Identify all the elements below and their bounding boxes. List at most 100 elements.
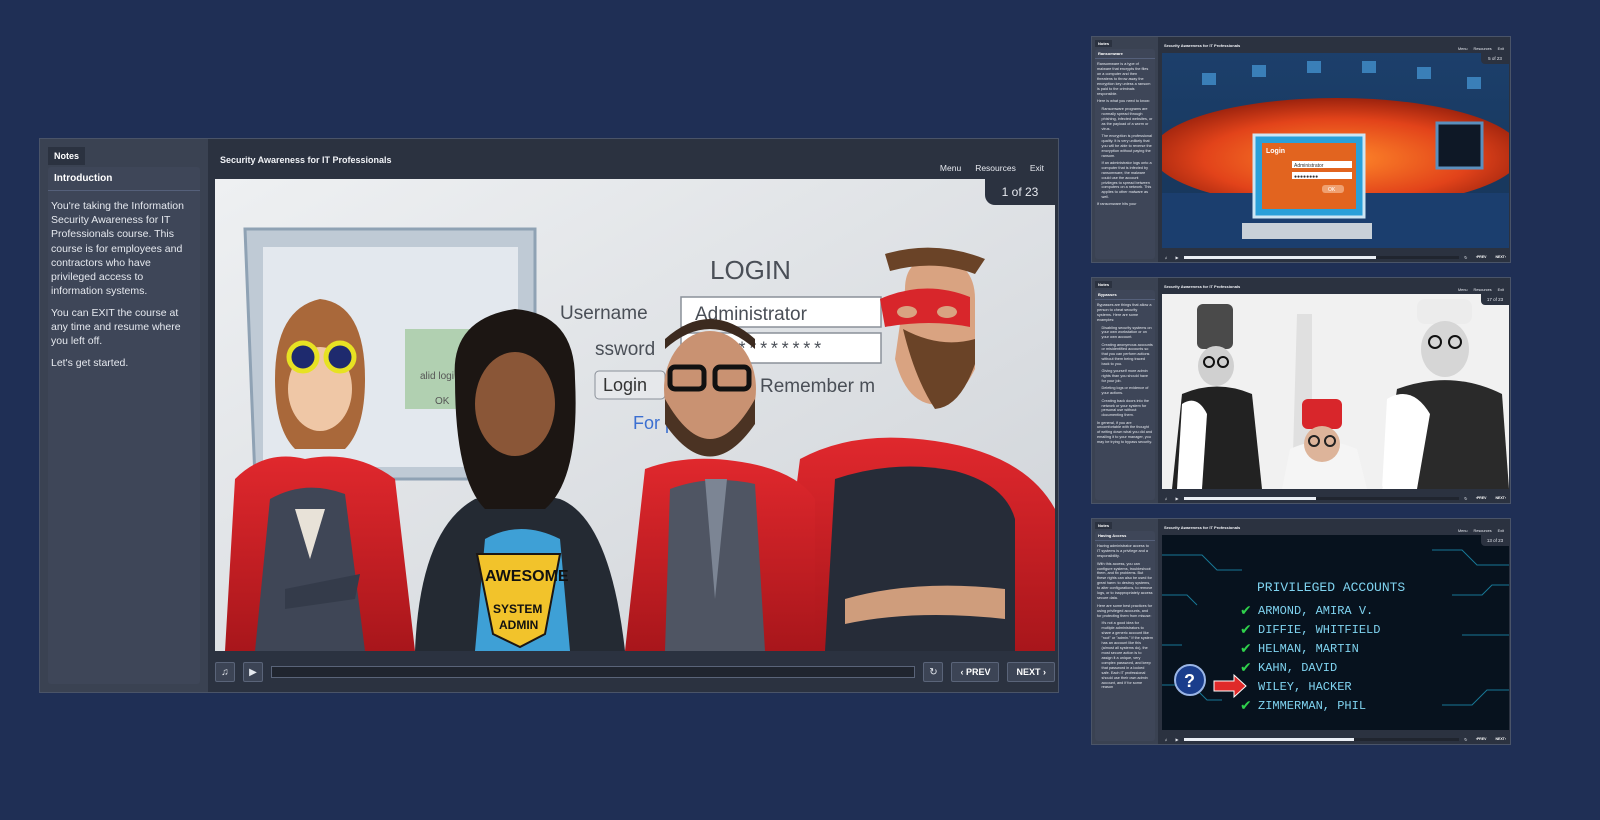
volume-button[interactable]: ♫ [1162,253,1170,261]
play-button[interactable]: ▶ [243,662,263,682]
notes-bullet: Ransomware programs are normally spread … [1102,107,1153,132]
notes-paragraph: In general, if you are uncomfortable wit… [1097,420,1153,445]
volume-button[interactable]: ♫ [1162,494,1170,502]
resources-link[interactable]: Resources [975,163,1016,173]
side-monitor [1435,121,1484,170]
notes-panel: Introduction You're taking the Informati… [48,167,200,684]
top-menu: Menu Resources Exit [1458,288,1504,292]
notes-paragraph: You can EXIT the course at any time and … [51,307,181,348]
notes-bullet: Giving yourself more admin rights than y… [1102,369,1153,384]
play-button[interactable]: ▶ [1173,253,1181,261]
slide-illustration: alid logi OK LOGIN Username Administrato… [215,179,1055,651]
top-menu: Menu Resources Exit [1458,529,1504,533]
invalid-login-text: alid logi [420,371,454,382]
prev-button[interactable]: ‹ PREV [1473,494,1490,502]
login-dialog-title: Login [1266,148,1285,155]
notes-tab[interactable]: Notes [1095,281,1113,288]
notes-paragraph: With this access, you can configure syst… [1097,561,1153,601]
login-button-text: Login [603,375,647,395]
replay-button[interactable]: ↻ [1462,494,1470,502]
next-label: NEXT [1495,737,1505,741]
next-button[interactable]: NEXT › [1492,494,1509,502]
play-icon: ▶ [1175,495,1179,501]
login-heading: LOGIN [710,255,791,285]
notes-paragraph: Ransomware is a type of malware that enc… [1097,62,1151,96]
volume-icon: ♫ [1164,495,1168,501]
slide-stage: Login Administrator ●●●●●●●● OK 5 of 23 [1162,53,1509,248]
menu-link[interactable]: Menu [1458,529,1468,533]
seek-bar[interactable] [1184,496,1459,500]
exit-link[interactable]: Exit [1030,163,1044,173]
menu-link[interactable]: Menu [1458,47,1468,51]
replay-button[interactable]: ↻ [1462,735,1470,743]
playback-controls: ♫ ▶ ↻ ‹ PREV NEXT › [1162,734,1509,744]
replay-button[interactable]: ↻ [1462,253,1470,261]
slide-counter: 1 of 23 [985,179,1055,205]
prev-button[interactable]: ‹ PREV [1473,735,1490,743]
play-icon: ▶ [249,666,257,678]
notes-tab[interactable]: Notes [48,147,86,165]
remember-me-text: Remember m [760,376,875,397]
prev-button[interactable]: ‹ PREV [1473,253,1490,261]
notes-paragraph: You're taking the Information Security A… [51,200,184,298]
next-button[interactable]: NEXT › [1492,253,1509,261]
check-icon: ✔ [1240,641,1252,657]
prev-label: PREV [1476,737,1487,741]
slide-counter: 13 of 23 [1481,535,1509,546]
playback-controls: ♫ ▶ ↻ ‹ PREV NEXT › [1162,493,1509,503]
notes-heading: Having Access [1095,531,1155,541]
notes-bullet: Deleting logs or evidence of your action… [1102,386,1153,396]
volume-icon: ♫ [1164,254,1168,260]
exit-link[interactable]: Exit [1498,47,1504,51]
next-button[interactable]: NEXT › [1007,662,1055,682]
replay-button[interactable]: ↻ [923,662,944,682]
notes-body: You're taking the Information Security A… [48,191,200,387]
notes-tab[interactable]: Notes [1095,40,1113,47]
thumbnail-player-having-access: Notes Having Access Having administrator… [1091,518,1511,745]
password-label: ssword [595,339,655,360]
volume-button[interactable]: ♫ [1162,735,1170,743]
top-menu: Menu Resources Exit [940,163,1044,173]
resources-link[interactable]: Resources [1474,47,1492,51]
replay-icon: ↻ [929,666,938,678]
seek-bar[interactable] [1184,737,1459,741]
person1-goggle-right [323,340,357,374]
notes-heading: Ransomware [1095,49,1155,59]
check-icon: ✔ [1240,660,1252,676]
seek-bar[interactable] [1184,255,1459,259]
notes-bullets: Ransomware programs are normally spread … [1097,107,1153,200]
account-1: ARMOND, AMIRA V. [1258,604,1373,618]
play-button[interactable]: ▶ [1173,494,1181,502]
left-king-face [1198,346,1234,386]
shirt-text-line1: AWESOME [485,568,569,585]
kings-illustration [1162,294,1509,489]
password-text: ●●●●●●●● [1294,174,1318,180]
notes-tab[interactable]: Notes [1095,522,1113,529]
notes-bullet: Creating anonymous accounts or misidenti… [1102,343,1153,368]
seek-bar[interactable] [271,666,916,678]
replay-icon: ↻ [1464,736,1468,742]
next-button[interactable]: NEXT › [1492,735,1509,743]
menu-link[interactable]: Menu [940,163,961,173]
resources-link[interactable]: Resources [1474,288,1492,292]
person2-face [475,352,555,456]
slide-stage: 17 of 23 [1162,294,1509,489]
notes-bullet: It's not a good idea for multiple admini… [1102,621,1153,690]
ok-text: OK [1328,187,1336,193]
resources-link[interactable]: Resources [1474,529,1492,533]
person1-goggle-left [286,340,320,374]
play-icon: ▶ [1175,736,1179,742]
play-button[interactable]: ▶ [1173,735,1181,743]
notes-paragraph: Here are some best practices for using p… [1097,603,1153,618]
menu-link[interactable]: Menu [1458,288,1468,292]
course-title: Security Awareness for IT Professionals [1164,525,1241,530]
volume-button[interactable]: ♫ [215,662,235,682]
course-title: Security Awareness for IT Professionals [1164,43,1241,48]
replay-icon: ↻ [1464,495,1468,501]
exit-link[interactable]: Exit [1498,529,1504,533]
prev-button[interactable]: ‹ PREV [951,662,1000,682]
exit-link[interactable]: Exit [1498,288,1504,292]
center-king-crown [1302,399,1342,429]
dialog-ok-text: OK [435,396,450,407]
notes-bullet: The encryption is professional quality. … [1102,134,1153,159]
